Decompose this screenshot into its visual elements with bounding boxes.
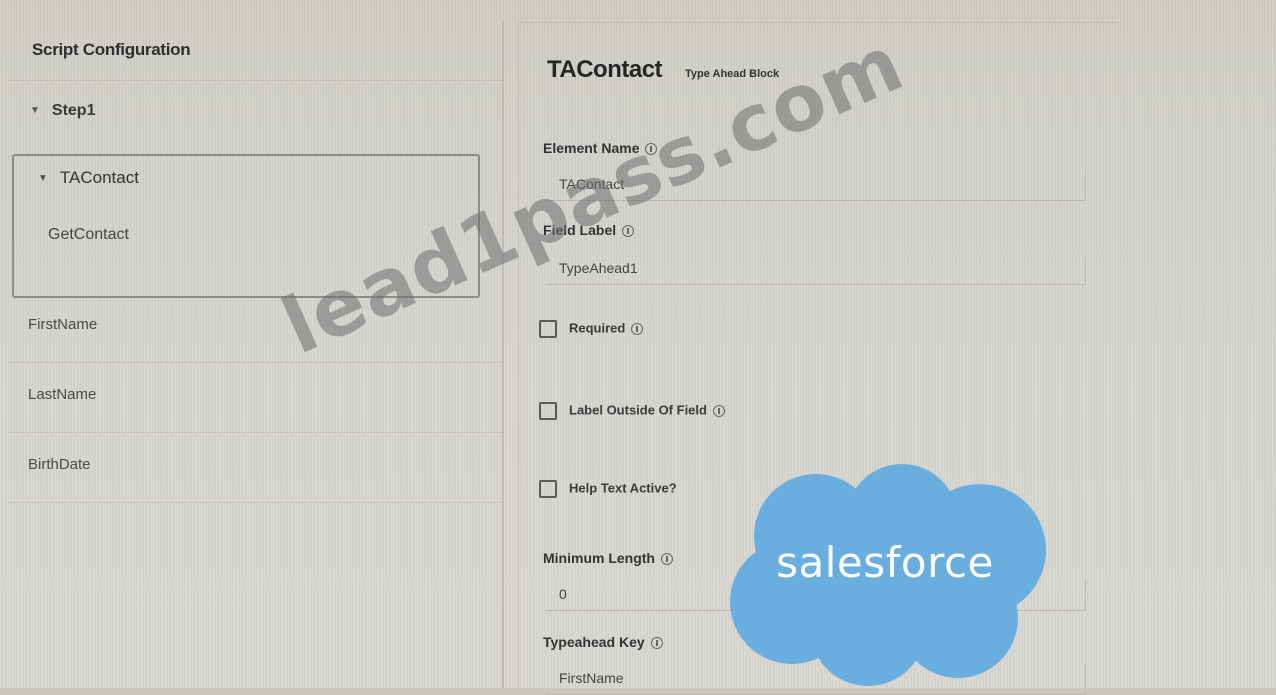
info-icon[interactable]: [712, 405, 725, 417]
caret-down-icon[interactable]: ▼: [38, 173, 48, 184]
minimum-length-value: 0: [559, 586, 567, 602]
help-text-label: Help Text Active?: [569, 480, 677, 496]
label-outside-label: Label Outside Of Field: [569, 402, 707, 418]
element-item-firstname[interactable]: FirstName: [28, 316, 97, 333]
field-label-input[interactable]: TypeAhead1: [545, 254, 1086, 285]
field-label-value: TypeAhead1: [559, 260, 638, 276]
block-title: TAContact: [547, 56, 663, 83]
required-label: Required: [569, 320, 626, 336]
help-text-checkbox[interactable]: [539, 480, 557, 498]
step-node[interactable]: ▼ Step1: [30, 102, 95, 120]
divider: [8, 362, 502, 363]
typeahead-key-value: FirstName: [559, 670, 624, 686]
screen: Script Configuration ▼ Step1 ▼ TAContact G…: [0, 0, 1276, 695]
help-text-checkbox-row[interactable]: Help Text Active?: [539, 480, 677, 498]
required-checkbox[interactable]: [539, 320, 557, 338]
script-configuration-panel: Script Configuration ▼ Step1 ▼ TAContact G…: [8, 22, 504, 688]
element-item-lastname[interactable]: LastName: [28, 386, 96, 403]
typeahead-key-label: Typeahead Key: [543, 634, 663, 650]
element-item-birthdate[interactable]: BirthDate: [28, 456, 91, 473]
divider: [8, 502, 502, 503]
block-node-label: TAContact: [59, 168, 139, 187]
salesforce-logo: salesforce: [718, 460, 1052, 688]
caret-down-icon[interactable]: ▼: [30, 105, 40, 116]
block-child-item[interactable]: GetContact: [48, 226, 129, 244]
step-label: Step1: [51, 102, 96, 119]
required-checkbox-row[interactable]: Required: [539, 320, 644, 338]
divider: [8, 80, 502, 81]
logo-wordmark: salesforce: [776, 538, 994, 587]
panel-title: Script Configuration: [32, 40, 191, 59]
label-outside-checkbox[interactable]: [539, 402, 557, 420]
minimum-length-label: Minimum Length: [543, 550, 673, 566]
divider: [519, 22, 1119, 23]
divider: [8, 432, 502, 433]
info-icon[interactable]: [631, 323, 644, 335]
typeahead-key-label-text: Typeahead Key: [543, 634, 645, 650]
info-icon[interactable]: [661, 553, 673, 566]
minimum-length-label-text: Minimum Length: [543, 550, 655, 566]
info-icon[interactable]: [650, 637, 663, 650]
block-node[interactable]: ▼ TAContact: [38, 168, 139, 188]
label-outside-checkbox-row[interactable]: Label Outside Of Field: [539, 402, 725, 420]
